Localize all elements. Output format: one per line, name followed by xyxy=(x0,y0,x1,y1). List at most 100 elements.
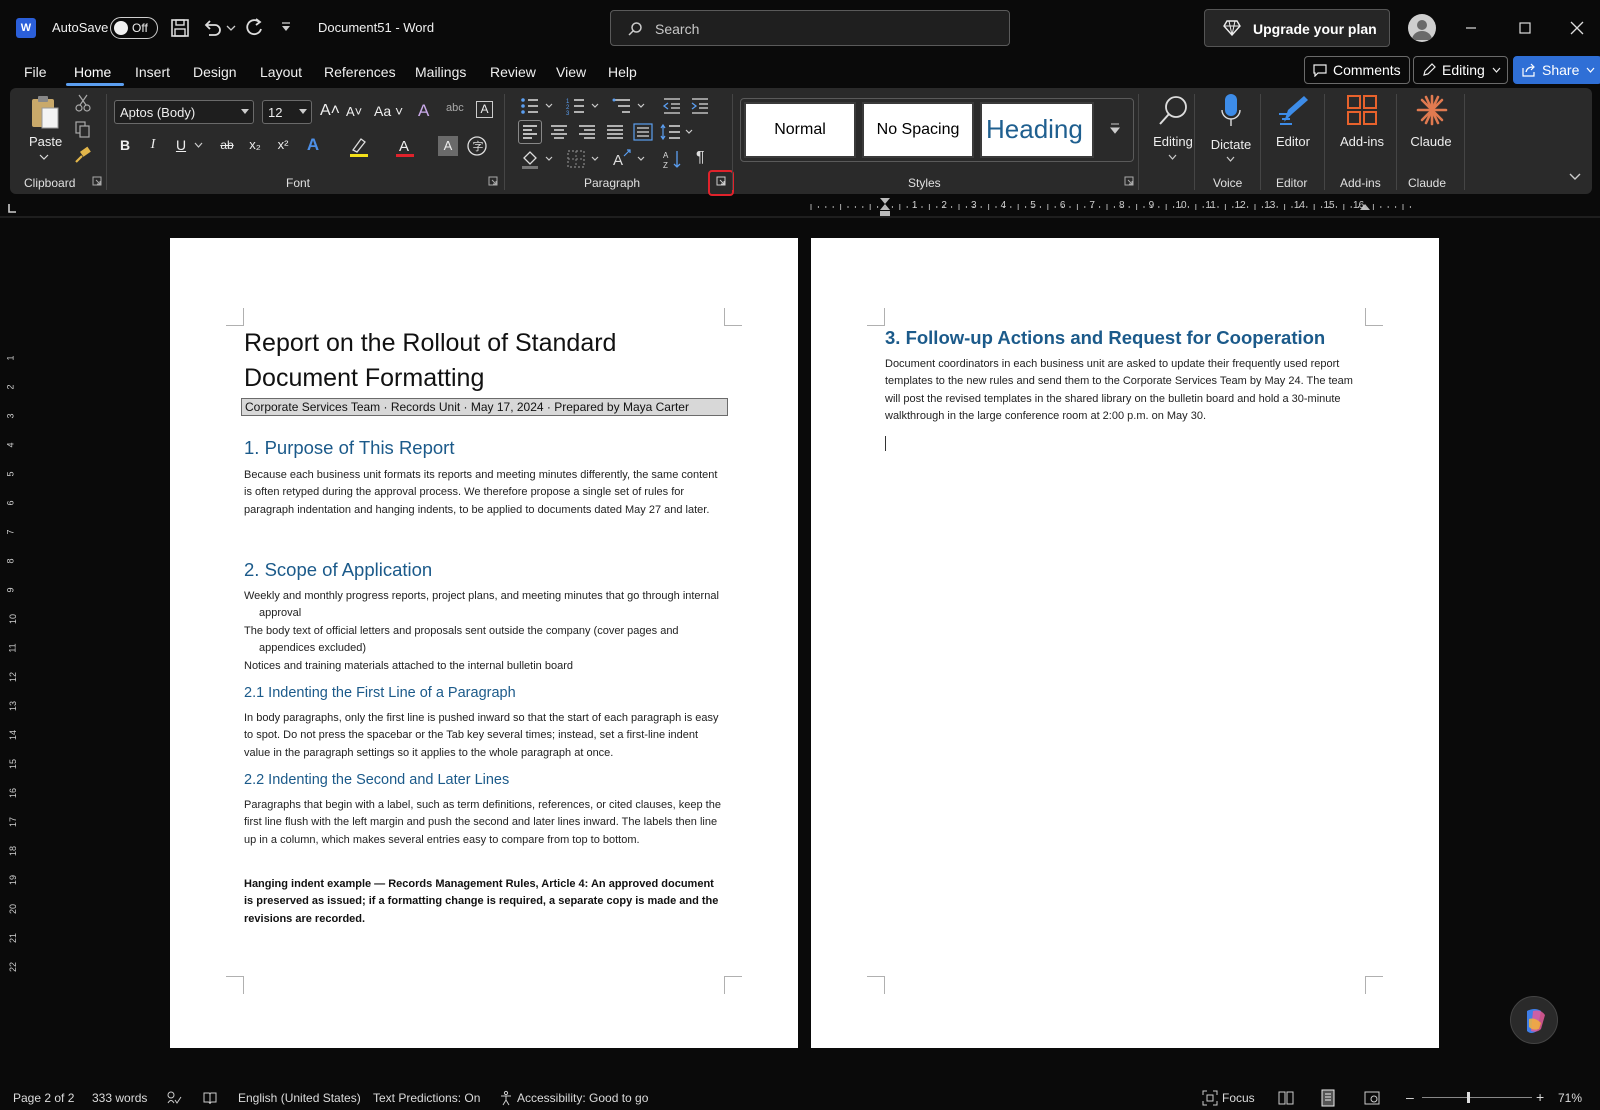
font-name-select[interactable]: Aptos (Body) xyxy=(114,100,254,124)
collapse-ribbon-icon[interactable] xyxy=(1568,172,1582,182)
highlight-color-icon[interactable] xyxy=(348,136,370,158)
document-subtitle-line[interactable]: Corporate Services Team · Records Unit ·… xyxy=(241,398,728,416)
scope-item-1[interactable]: Weekly and monthly progress reports, pro… xyxy=(244,588,724,623)
style-heading-1[interactable]: Heading 1 xyxy=(980,102,1094,158)
increase-indent-icon[interactable] xyxy=(690,96,710,116)
strikethrough-icon[interactable]: ab xyxy=(216,134,238,156)
superscript-icon[interactable]: x² xyxy=(272,134,294,156)
add-ins-button[interactable]: Add-ins xyxy=(1332,92,1392,168)
line-spacing-icon[interactable] xyxy=(660,121,694,143)
numbering-icon[interactable]: 123 xyxy=(566,96,600,116)
dictate-button[interactable]: Dictate xyxy=(1206,92,1256,168)
font-dialog-launcher-icon[interactable] xyxy=(488,176,498,186)
align-center-icon[interactable] xyxy=(548,121,570,143)
language-status[interactable]: English (United States) xyxy=(238,1091,361,1105)
focus-label[interactable]: Focus xyxy=(1222,1091,1255,1105)
show-formatting-marks-icon[interactable]: ¶ xyxy=(696,149,705,167)
page-count[interactable]: Page 2 of 2 xyxy=(13,1091,74,1105)
account-avatar[interactable] xyxy=(1408,14,1436,42)
tab-help[interactable]: Help xyxy=(608,64,637,80)
clipboard-dialog-launcher-icon[interactable] xyxy=(92,176,102,186)
paste-button[interactable]: Paste xyxy=(26,94,64,166)
autosave-toggle[interactable]: Off xyxy=(110,17,158,39)
cut-icon[interactable] xyxy=(74,94,92,112)
decrease-indent-icon[interactable] xyxy=(662,96,682,116)
tab-review[interactable]: Review xyxy=(490,64,536,80)
share-button[interactable]: Share xyxy=(1513,56,1600,84)
section-2-2-body[interactable]: Paragraphs that begin with a label, such… xyxy=(244,797,724,849)
align-left-button[interactable] xyxy=(518,120,542,144)
subscript-icon[interactable]: x₂ xyxy=(244,134,266,156)
close-icon[interactable] xyxy=(1562,14,1592,42)
tab-home[interactable]: Home xyxy=(74,64,111,80)
undo-icon[interactable] xyxy=(200,16,224,40)
shading-icon[interactable] xyxy=(520,148,554,170)
character-border-icon[interactable]: A xyxy=(476,101,493,118)
accessibility-status[interactable]: Accessibility: Good to go xyxy=(517,1091,648,1105)
document-title-heading[interactable]: Report on the Rollout of Standard Docume… xyxy=(244,326,704,396)
section-3-heading[interactable]: 3. Follow-up Actions and Request for Coo… xyxy=(885,327,1325,349)
search-input[interactable]: Search xyxy=(610,10,1010,46)
hanging-indent-example[interactable]: Hanging indent example — Records Managem… xyxy=(244,876,724,928)
horizontal-ruler[interactable]: 1 2 3 4 5 6 7 8 9 10 11 12 13 14 15 16 xyxy=(0,196,1600,218)
minimize-icon[interactable] xyxy=(1456,14,1486,42)
tab-design[interactable]: Design xyxy=(193,64,237,80)
redo-icon[interactable] xyxy=(242,16,266,40)
section-2-1-heading[interactable]: 2.1 Indenting the First Line of a Paragr… xyxy=(244,685,516,701)
copy-icon[interactable] xyxy=(74,120,92,138)
enclose-characters-icon[interactable]: 字 xyxy=(466,135,488,157)
tab-insert[interactable]: Insert xyxy=(135,64,170,80)
tab-references[interactable]: References xyxy=(324,64,396,80)
section-3-body[interactable]: Document coordinators in each business u… xyxy=(885,356,1369,425)
tab-mailings[interactable]: Mailings xyxy=(415,64,466,80)
character-shading-icon[interactable]: A xyxy=(438,136,458,156)
align-right-icon[interactable] xyxy=(576,121,598,143)
section-2-heading[interactable]: 2. Scope of Application xyxy=(244,559,432,581)
web-layout-icon[interactable] xyxy=(1364,1090,1380,1106)
section-1-heading[interactable]: 1. Purpose of This Report xyxy=(244,437,454,459)
copilot-button[interactable] xyxy=(1510,996,1558,1044)
text-predictions-status[interactable]: Text Predictions: On xyxy=(373,1091,480,1105)
upgrade-plan-button[interactable]: Upgrade your plan xyxy=(1204,9,1390,47)
chevron-down-icon[interactable] xyxy=(194,142,203,149)
styles-dialog-launcher-icon[interactable] xyxy=(1124,176,1134,186)
asian-layout-icon[interactable]: A xyxy=(612,148,646,170)
scope-item-2[interactable]: The body text of official letters and pr… xyxy=(244,623,724,658)
zoom-in-icon[interactable]: + xyxy=(1536,1089,1544,1105)
focus-icon[interactable] xyxy=(1202,1090,1218,1106)
borders-icon[interactable] xyxy=(566,148,600,170)
underline-icon[interactable]: U xyxy=(170,134,192,156)
section-1-body[interactable]: Because each business unit formats its r… xyxy=(244,467,724,519)
style-no-spacing[interactable]: No Spacing xyxy=(862,102,974,158)
tab-view[interactable]: View xyxy=(556,64,586,80)
font-color-icon[interactable]: A xyxy=(394,136,416,158)
word-count[interactable]: 333 words xyxy=(92,1091,147,1105)
document-page-2[interactable]: 3. Follow-up Actions and Request for Coo… xyxy=(811,238,1439,1048)
maximize-icon[interactable] xyxy=(1510,14,1540,42)
section-2-2-heading[interactable]: 2.2 Indenting the Second and Later Lines xyxy=(244,772,509,788)
read-mode-icon[interactable] xyxy=(1278,1090,1294,1106)
zoom-slider-thumb[interactable] xyxy=(1467,1092,1470,1103)
clear-formatting-icon[interactable]: A xyxy=(418,101,429,121)
text-effects-icon[interactable]: A xyxy=(302,134,324,156)
customize-qat-icon[interactable] xyxy=(280,21,292,33)
bullets-icon[interactable] xyxy=(520,96,554,116)
zoom-slider[interactable] xyxy=(1422,1097,1532,1098)
sort-icon[interactable]: AZ xyxy=(662,148,684,170)
zoom-out-icon[interactable]: – xyxy=(1406,1089,1414,1105)
phonetic-guide-icon[interactable]: abc xyxy=(446,102,464,114)
proofing-icon[interactable] xyxy=(166,1090,182,1106)
tab-layout[interactable]: Layout xyxy=(260,64,302,80)
vertical-ruler[interactable]: 1 2 3 4 5 6 7 8 9 10 11 12 13 14 15 16 17 18 19 20 21 22 xyxy=(0,220,28,1050)
comments-button[interactable]: Comments xyxy=(1304,56,1410,84)
multilevel-list-icon[interactable] xyxy=(612,96,646,116)
editing-mode-button[interactable]: Editing xyxy=(1413,56,1508,84)
save-icon[interactable] xyxy=(168,16,192,40)
zoom-level[interactable]: 71% xyxy=(1558,1091,1582,1105)
editing-button[interactable]: Editing xyxy=(1148,92,1198,168)
section-2-1-body[interactable]: In body paragraphs, only the first line … xyxy=(244,710,724,762)
justify-icon[interactable] xyxy=(604,121,626,143)
scope-item-3[interactable]: Notices and training materials attached … xyxy=(244,658,724,675)
claude-button[interactable]: Claude xyxy=(1404,92,1458,168)
shrink-font-icon[interactable]: A˅ xyxy=(346,104,362,119)
